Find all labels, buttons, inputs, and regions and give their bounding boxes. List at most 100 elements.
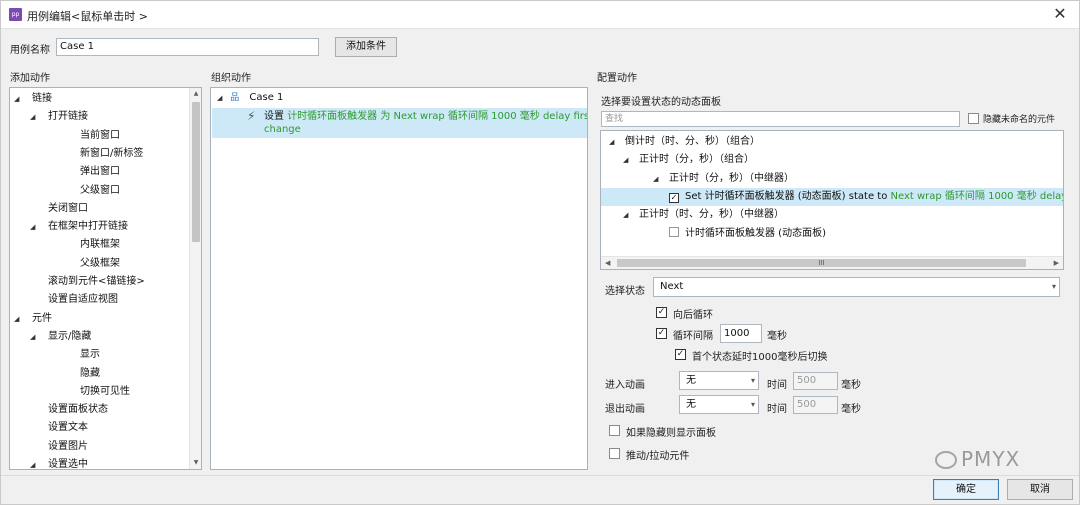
- search-input[interactable]: 查找: [601, 111, 960, 127]
- enter-ms-label: 毫秒: [841, 380, 861, 391]
- scroll-right-icon[interactable]: ▶: [1054, 257, 1059, 269]
- configure-action-heading: 配置动作: [597, 73, 637, 84]
- panel-tree-label: 倒计时（时、分、秒）（组合）: [625, 136, 760, 147]
- case-node[interactable]: ◢ 品 Case 1: [217, 89, 283, 107]
- expand-triangle-icon: ◢: [623, 156, 629, 165]
- chevron-down-icon: ▾: [1051, 282, 1056, 291]
- panel-tree-item[interactable]: ◢ 正计时（时、分，秒）（中继器）: [623, 206, 784, 224]
- action-tree-item[interactable]: 滚动到元件<锚链接>: [30, 273, 145, 291]
- expand-triangle-icon: ◢: [623, 211, 629, 220]
- scroll-thumb[interactable]: [192, 102, 200, 242]
- exit-anim-dropdown[interactable]: 无 ▾: [679, 395, 759, 414]
- chevron-down-icon: ▾: [750, 400, 755, 409]
- exit-time-input[interactable]: 500: [793, 396, 838, 414]
- add-actions-scrollbar[interactable]: ▲ ▼: [189, 88, 201, 469]
- action-tree-item[interactable]: 设置自适应视图: [30, 291, 118, 309]
- select-state-label: 选择状态: [605, 286, 645, 297]
- add-actions-heading: 添加动作: [10, 73, 50, 84]
- panel-checkbox[interactable]: ✓: [669, 192, 679, 203]
- action-tree-label: 设置自适应视图: [48, 294, 118, 306]
- action-tree-item[interactable]: 切换可见性: [62, 383, 130, 401]
- action-tree-item[interactable]: ◢ 显示/隐藏: [30, 328, 91, 346]
- enter-time-input[interactable]: 500: [793, 372, 838, 390]
- hide-unnamed-checkbox[interactable]: [968, 113, 979, 124]
- action-tree-item[interactable]: 设置图片: [30, 438, 88, 456]
- expand-triangle-icon: ◢: [609, 138, 615, 146]
- case-name-input[interactable]: Case 1: [56, 38, 319, 56]
- scroll-up-icon[interactable]: ▲: [190, 88, 201, 100]
- panel-tree-item[interactable]: ✓ Set 计时循环面板触发器 (动态面板) state to Next wrap…: [669, 188, 1064, 206]
- organize-actions-heading: 组织动作: [211, 73, 251, 84]
- enter-anim-dropdown[interactable]: 无 ▾: [679, 371, 759, 390]
- panel-tree-label: 计时循环面板触发器 (动态面板): [685, 227, 826, 239]
- panel-tree-item[interactable]: ◢ 正计时（分，秒）（组合）: [623, 151, 754, 169]
- action-tree-item[interactable]: ◢ 在框架中打开链接: [30, 218, 128, 236]
- action-tree-item[interactable]: 新窗口/新标签: [62, 145, 143, 163]
- watermark: PMYX: [935, 447, 1020, 471]
- chevron-down-icon: ▾: [750, 376, 755, 385]
- action-tree-item[interactable]: ◢ 链接: [14, 90, 52, 108]
- expand-triangle-icon: ◢: [30, 332, 36, 341]
- action-item-selected[interactable]: ⚡ 设置 计时循环面板触发器 为 Next wrap 循环间隔 1000 毫秒 …: [212, 108, 587, 138]
- case-name-label: 用例名称: [10, 45, 50, 56]
- interval-unit-label: 毫秒: [767, 331, 787, 342]
- push-pull-label: 推动/拉动元件: [626, 451, 690, 462]
- panel-tree-label: 正计时（分，秒）（组合）: [639, 154, 754, 166]
- action-tree-item[interactable]: ◢ 打开链接: [30, 108, 88, 126]
- panel-tree-item[interactable]: ◢ 倒计时（时、分、秒）（组合）: [609, 133, 760, 151]
- expand-triangle-icon: ◢: [14, 314, 20, 323]
- action-tree-item[interactable]: 设置面板状态: [30, 401, 108, 419]
- horizontal-scrollbar[interactable]: ◀ III ▶: [601, 256, 1063, 269]
- panel-tree-item[interactable]: ◢ 正计时（分，秒）（中继器）: [653, 170, 794, 188]
- panel-tree: ◢ 倒计时（时、分、秒）（组合） ◢ 正计时（分，秒）（组合） ◢ 正计时（分，秒）（中继…: [600, 130, 1064, 270]
- action-tree-label: 父级框架: [80, 257, 120, 269]
- interval-input[interactable]: 1000: [720, 324, 762, 343]
- action-tree-label: 弹出窗口: [80, 166, 120, 178]
- hscroll-thumb[interactable]: III: [617, 259, 1026, 267]
- action-tree-item[interactable]: 显示: [62, 346, 100, 364]
- interval-checkbox[interactable]: ✓: [656, 328, 667, 339]
- action-tree-label: 新窗口/新标签: [80, 147, 144, 159]
- close-icon[interactable]: ✕: [1051, 5, 1069, 23]
- expand-triangle-icon: ◢: [217, 94, 223, 102]
- exit-time-label: 时间: [767, 404, 787, 415]
- organize-actions-panel: ◢ 品 Case 1 ⚡ 设置 计时循环面板触发器 为 Next wrap 循环…: [210, 87, 588, 470]
- first-delay-checkbox[interactable]: ✓: [675, 349, 686, 360]
- action-tree-item[interactable]: 内联框架: [62, 236, 120, 254]
- select-state-dropdown[interactable]: Next ▾: [653, 277, 1060, 297]
- action-tree-item[interactable]: ◢ 设置选中: [30, 456, 88, 469]
- action-tree-label: 链接: [32, 93, 52, 104]
- push-pull-checkbox[interactable]: [609, 448, 620, 459]
- panel-tree-item[interactable]: 计时循环面板触发器 (动态面板): [669, 225, 826, 243]
- action-tree-label: 设置图片: [48, 440, 88, 452]
- cancel-button[interactable]: 取消: [1007, 479, 1073, 500]
- panel-tree-label: 正计时（分，秒）（中继器）: [669, 172, 794, 184]
- action-tree-item[interactable]: 父级框架: [62, 255, 120, 273]
- show-if-hidden-label: 如果隐藏则显示面板: [626, 428, 716, 439]
- action-tree-label: 滚动到元件<锚链接>: [48, 276, 145, 287]
- action-tree-item[interactable]: ◢ 元件: [14, 310, 52, 328]
- add-condition-button[interactable]: 添加条件: [335, 37, 397, 57]
- action-tree-item[interactable]: 设置文本: [30, 419, 88, 437]
- scroll-down-icon[interactable]: ▼: [190, 457, 201, 469]
- action-text-line-1: 设置 计时循环面板触发器 为 Next wrap 循环间隔 1000 毫秒 de…: [264, 111, 588, 122]
- action-tree-label: 隐藏: [80, 367, 100, 379]
- wrap-checkbox[interactable]: ✓: [656, 307, 667, 318]
- window-title: 用例编辑<鼠标单击时 >: [27, 10, 148, 23]
- action-tree-label: 元件: [32, 312, 52, 324]
- first-delay-label: 首个状态延时1000毫秒后切换: [692, 352, 828, 363]
- ok-button[interactable]: 确定: [933, 479, 999, 500]
- scroll-left-icon[interactable]: ◀: [605, 257, 610, 269]
- action-tree-item[interactable]: 关闭窗口: [30, 200, 88, 218]
- show-if-hidden-checkbox[interactable]: [609, 425, 620, 436]
- action-tree-item[interactable]: 隐藏: [62, 365, 100, 383]
- app-logo-icon: pp: [9, 8, 22, 21]
- add-actions-panel: ◢ 链接 ◢ 打开链接 当前窗口 新窗口/新标签 弹出窗口 父级窗口 关闭窗口 ◢ 在框架中打开链接…: [9, 87, 202, 470]
- action-tree-item[interactable]: 当前窗口: [62, 127, 120, 145]
- expand-triangle-icon: ◢: [30, 461, 36, 469]
- action-tree-item[interactable]: 父级窗口: [62, 182, 120, 200]
- panel-checkbox[interactable]: [669, 226, 679, 237]
- interval-label: 循环间隔: [673, 331, 713, 342]
- panel-tree-state-text: Next wrap 循环间隔 1000 毫秒 delay first ch: [890, 190, 1064, 202]
- action-tree-item[interactable]: 弹出窗口: [62, 163, 120, 181]
